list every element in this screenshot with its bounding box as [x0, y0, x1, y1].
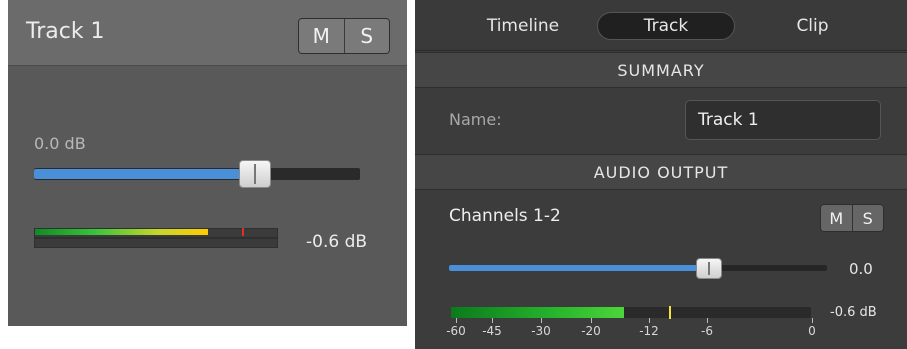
name-field[interactable]: Track 1: [685, 100, 881, 140]
track-header: Track 1 M S: [8, 0, 407, 66]
track-title: Track 1: [26, 19, 105, 44]
output-level-meter-fill: [451, 307, 624, 318]
inspector-panel: Timeline Track Clip SUMMARY Name: Track …: [415, 0, 907, 349]
level-meter-fill: [35, 229, 208, 235]
scale-tick: [707, 318, 708, 323]
tab-timeline[interactable]: Timeline: [473, 12, 573, 40]
tab-clip[interactable]: Clip: [765, 12, 860, 40]
scale-tick: [492, 318, 493, 323]
level-meter-right-channel: [34, 238, 278, 248]
scale-tick-label: -20: [581, 324, 601, 338]
channels-label: Channels 1-2: [449, 206, 561, 226]
scale-tick: [456, 318, 457, 323]
mute-solo-group: M S: [298, 18, 390, 54]
scale-tick: [812, 318, 813, 323]
solo-button[interactable]: S: [343, 19, 389, 53]
mute-button[interactable]: M: [821, 205, 852, 231]
summary-section-header: SUMMARY: [415, 52, 907, 88]
track-mixer-panel: Track 1 M S 0.0 dB -0.6 dB: [8, 0, 407, 326]
tab-track[interactable]: Track: [597, 12, 735, 40]
mute-button[interactable]: M: [299, 19, 344, 53]
inspector-tabs: Timeline Track Clip: [415, 0, 907, 51]
scale-tick: [649, 318, 650, 323]
scale-tick-label: 0: [808, 324, 816, 338]
scale-tick-label: -6: [701, 324, 713, 338]
volume-fader-handle[interactable]: [239, 160, 271, 188]
audio-output-section-header: AUDIO OUTPUT: [415, 154, 907, 190]
scale-tick-label: -60: [446, 324, 466, 338]
meter-scale: -60 -45 -30 -20 -12 -6 0: [415, 318, 907, 346]
scale-tick-label: -12: [639, 324, 659, 338]
scale-tick-label: -30: [531, 324, 551, 338]
output-gain-readout: 0.0: [849, 260, 873, 278]
output-fader-handle[interactable]: [696, 258, 722, 279]
name-label: Name:: [449, 110, 502, 129]
mute-solo-group: M S: [820, 204, 884, 232]
gain-readout: 0.0 dB: [34, 134, 86, 153]
scale-tick-label: -45: [482, 324, 502, 338]
volume-fader-fill: [34, 169, 266, 179]
scale-tick: [591, 318, 592, 323]
solo-button[interactable]: S: [851, 205, 883, 231]
level-readout: -0.6 dB: [306, 232, 368, 252]
peak-indicator: [242, 228, 244, 236]
scale-tick: [541, 318, 542, 323]
output-fader-fill: [449, 265, 714, 271]
